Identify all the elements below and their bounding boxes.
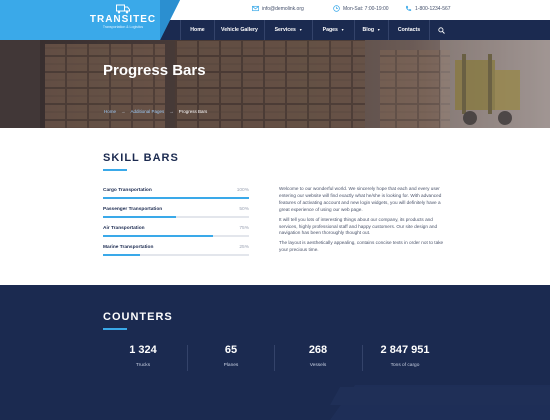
contact-phone-text: 1-800-1234-567: [415, 5, 451, 12]
progress-fill: [103, 216, 176, 218]
counter-planes: 65 Planes: [188, 344, 274, 368]
skill-percent: 75%: [239, 226, 249, 231]
about-paragraph: It will tell you lots of interesting thi…: [279, 216, 438, 236]
nav-item-label: Pages: [322, 27, 338, 33]
title-underline: [103, 328, 127, 330]
progress-track: [103, 235, 249, 237]
nav-item-home[interactable]: Home: [180, 20, 214, 40]
section-edge: [0, 285, 550, 296]
counter-label: Planes: [223, 363, 239, 368]
progress-fill: [103, 254, 140, 256]
about-paragraph: The layout is aesthetically appealing, c…: [279, 240, 444, 253]
skill-bar: Passenger Transportation 50%: [103, 207, 249, 218]
counter-label: Trucks: [135, 363, 151, 368]
page-hero: [0, 40, 550, 128]
breadcrumb-separator: →: [169, 109, 174, 114]
breadcrumb-additional-pages[interactable]: Additional Pages: [131, 109, 165, 114]
nav-item-label: Home: [190, 27, 205, 33]
counter-value: 1 324: [129, 344, 157, 356]
skill-percent: 50%: [239, 207, 249, 212]
counter-tons-of-cargo: 2 847 951 Tons of cargo: [362, 344, 448, 368]
progress-fill: [103, 197, 249, 199]
nav-item-label: Blog: [362, 27, 375, 33]
about-text: Welcome to our wonderful world. We since…: [279, 186, 447, 257]
contact-phone[interactable]: 1-800-1234-567: [405, 5, 451, 12]
skill-label: Cargo Transportation: [103, 188, 152, 193]
skill-bar: Marine Transportation 25%: [103, 245, 249, 256]
chevron-down-icon: ▼: [340, 28, 345, 32]
nav-item-label: Contacts: [397, 27, 421, 33]
skill-label: Passenger Transportation: [103, 207, 163, 212]
skill-percent: 100%: [236, 188, 249, 193]
nav-item-services[interactable]: Services ▼: [264, 20, 312, 40]
logo[interactable]: TRANSITEC Transportation & Logistics: [0, 0, 180, 40]
counter-label: Vessels: [309, 363, 327, 368]
main-nav: Home Vehicle Gallery Services ▼ Pages ▼ …: [180, 20, 430, 40]
counter-value: 65: [224, 344, 238, 356]
search-icon: [437, 26, 445, 34]
clock-icon: [333, 5, 340, 12]
contact-hours: Mon-Sat: 7:00-19:00: [333, 5, 389, 12]
counter-vessels: 268 Vessels: [275, 344, 361, 368]
contact-email-text: info@demolink.org: [262, 5, 304, 12]
counter-label: Tons of cargo: [390, 363, 420, 368]
skill-label: Marine Transportation: [103, 245, 154, 250]
page-title: Progress Bars: [103, 62, 206, 79]
contact-email[interactable]: info@demolink.org: [252, 5, 304, 12]
progress-track: [103, 197, 249, 199]
breadcrumb-separator: →: [121, 109, 126, 114]
progress-track: [103, 216, 249, 218]
counters-title: COUNTERS: [103, 311, 173, 323]
nav-item-contacts[interactable]: Contacts: [388, 20, 430, 40]
phone-icon: [406, 5, 412, 11]
site-header: TRANSITEC Transportation & Logistics inf…: [0, 0, 550, 40]
nav-item-blog[interactable]: Blog ▼: [354, 20, 388, 40]
counter-value: 268: [308, 344, 328, 356]
chevron-down-icon: ▼: [377, 28, 381, 32]
search-button[interactable]: [430, 20, 452, 40]
logo-subtitle: Transportation & Logistics: [102, 25, 144, 29]
skill-bar: Cargo Transportation 100%: [103, 188, 249, 199]
contact-hours-text: Mon-Sat: 7:00-19:00: [343, 5, 389, 12]
breadcrumb-home[interactable]: Home: [104, 109, 116, 114]
title-underline: [103, 169, 127, 171]
breadcrumb-current: Progress Bars: [178, 109, 208, 114]
nav-item-vehicle-gallery[interactable]: Vehicle Gallery: [214, 20, 264, 40]
nav-item-label: Services: [274, 27, 296, 33]
skills-title: SKILL BARS: [103, 152, 179, 164]
truck-icon: [116, 4, 130, 14]
logo-title: TRANSITEC: [89, 14, 157, 25]
breadcrumb: Home → Additional Pages → Progress Bars: [104, 109, 207, 114]
mail-icon: [252, 5, 259, 12]
warehouse-photo: [0, 40, 550, 128]
nav-item-pages[interactable]: Pages ▼: [312, 20, 354, 40]
counter-value: 2 847 951: [380, 344, 430, 356]
about-paragraph: Welcome to our wonderful world. We since…: [279, 186, 442, 212]
skill-percent: 25%: [239, 245, 249, 250]
progress-track: [103, 254, 249, 256]
counter-trucks: 1 324 Trucks: [100, 344, 186, 368]
skill-bar: Air Transportation 75%: [103, 226, 249, 237]
progress-fill: [103, 235, 213, 237]
skill-label: Air Transportation: [103, 226, 145, 231]
nav-item-label: Vehicle Gallery: [221, 27, 258, 33]
chevron-down-icon: ▼: [298, 28, 303, 32]
